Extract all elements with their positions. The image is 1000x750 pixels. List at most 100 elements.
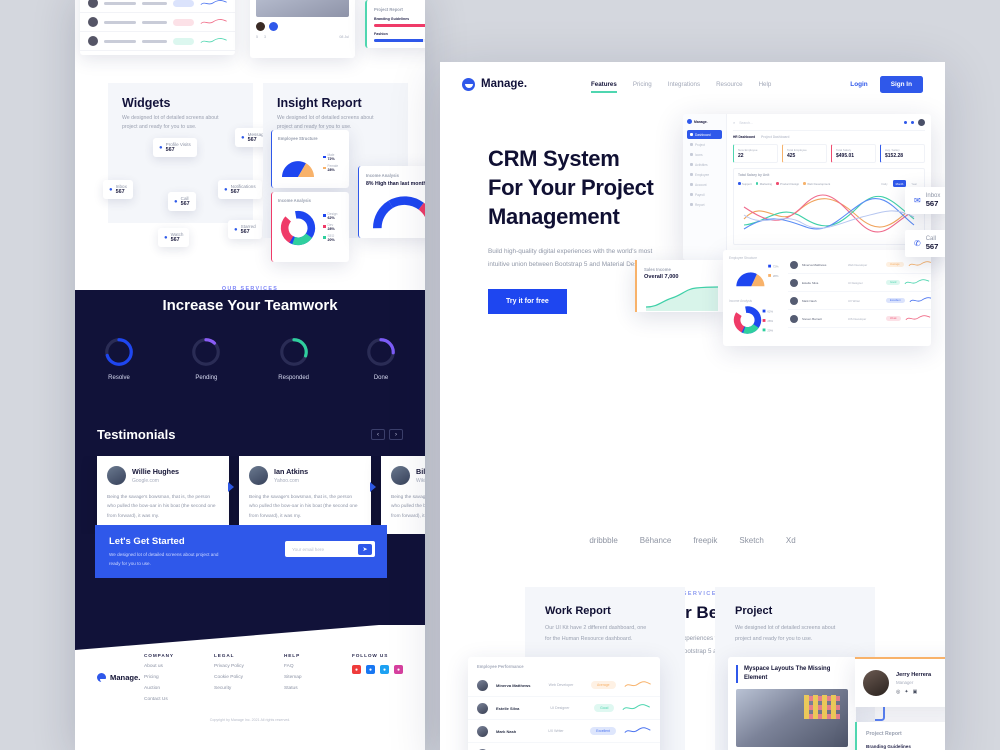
testimonial-body: Being the savage's bowsman, that is, the… xyxy=(249,495,358,519)
nav-link-pricing[interactable]: Pricing xyxy=(633,81,652,88)
footer-link-faq[interactable]: FAQ xyxy=(284,664,336,669)
row-rating xyxy=(172,18,194,26)
widget-chip-call[interactable]: ● Call 567 xyxy=(168,192,196,211)
progress-ring xyxy=(279,338,308,366)
footer-link-pricing[interactable]: Pricing xyxy=(144,675,196,680)
row-sparkline xyxy=(200,38,227,43)
progress-fill xyxy=(374,38,424,42)
avatar xyxy=(256,21,265,31)
row-rating: Excellent xyxy=(590,727,616,735)
avatar[interactable] xyxy=(918,119,925,126)
dashboard-range-buttons: Daily Month Year xyxy=(878,180,920,187)
alert-dot-icon[interactable] xyxy=(911,121,914,124)
income-gauge-title: Income Analysis xyxy=(366,173,399,178)
nav-links: Features Pricing Integrations Resource Help xyxy=(575,81,772,93)
search-icon[interactable]: ⌕ xyxy=(733,120,735,125)
sales-income-value: Overall 7,000 xyxy=(644,274,679,280)
progress-ring xyxy=(367,338,395,366)
screenshot-stage: Myspace Layouts The Missing Element 5 3 … xyxy=(0,0,1000,750)
sidebar-item-project[interactable]: Project xyxy=(687,140,722,149)
dashboard-tab-0[interactable]: HR Dashboard xyxy=(733,135,755,139)
sidebar-item-dashboard[interactable]: Dashboard xyxy=(687,130,722,139)
subscribe-button[interactable]: ➤ xyxy=(358,543,372,555)
footer-link-contact-us[interactable]: Contact Us xyxy=(144,697,196,702)
row-sparkline xyxy=(624,727,651,733)
logo-xd: Xd xyxy=(785,536,796,546)
hero-secondary-mockup: Employee Structure 72% 28% Income Analys… xyxy=(723,250,931,346)
footer-link-about-us[interactable]: About us xyxy=(144,664,196,669)
signin-button[interactable]: Sign In xyxy=(879,75,923,93)
employee-performance-rows: Minerva Matthews Web Developer Average Este… xyxy=(468,674,660,750)
stat-label: Total Employee xyxy=(787,148,807,152)
dashboard-tab-1[interactable]: Project Dashboard xyxy=(761,135,789,139)
footer-link-privacy-policy[interactable]: Privacy Policy xyxy=(214,664,266,669)
widget-chip-inbox[interactable]: ● Inbox 567 xyxy=(103,180,133,199)
range-button-daily[interactable]: Daily xyxy=(878,180,890,187)
sidebar-item-account[interactable]: Account xyxy=(687,180,722,189)
instagram-icon[interactable]: ◎ xyxy=(896,689,900,695)
sidebar-item-employee[interactable]: Employee xyxy=(687,170,722,179)
footer-link-cookie-policy[interactable]: Cookie Policy xyxy=(214,675,266,680)
profile-social-icons[interactable]: ◎ ✦ ▣ xyxy=(896,689,931,695)
youtube-icon[interactable]: ● xyxy=(352,665,361,674)
row-role: UX Writer xyxy=(548,729,564,733)
call-icon: ● xyxy=(174,198,178,205)
twitter-icon[interactable]: ● xyxy=(380,665,389,674)
nav-link-features[interactable]: Features xyxy=(591,81,617,93)
chart-legend-item: Web Development xyxy=(803,182,830,186)
sidebar-item-report[interactable]: Report xyxy=(687,200,722,209)
footer-link-auction[interactable]: Auction xyxy=(144,686,196,691)
stat-value: 425 xyxy=(787,153,796,159)
facebook-icon[interactable]: ● xyxy=(366,665,375,674)
footer-link-status[interactable]: Status xyxy=(284,686,336,691)
secondary-pie-chart: 72% 28% xyxy=(736,265,779,287)
row-rating: Good xyxy=(886,280,901,285)
message-icon: ● xyxy=(241,134,245,141)
instagram-icon[interactable]: ● xyxy=(394,665,403,674)
nav-link-help[interactable]: Help xyxy=(759,81,772,88)
call-badge[interactable]: ✆ Call 567 xyxy=(905,230,945,257)
row-sparkline xyxy=(200,19,227,24)
widget-chip-profile-visits[interactable]: ● Profile Visits 567 xyxy=(153,138,197,157)
search-input[interactable]: Search... xyxy=(739,121,753,125)
footer-link-security[interactable]: Security xyxy=(214,686,266,691)
project-subtitle-1: We designed lot of detailed screens abou… xyxy=(735,625,836,631)
footer-link-sitemap[interactable]: Sitemap xyxy=(284,675,336,680)
try-free-button[interactable]: Try it for free xyxy=(488,289,567,315)
employee-table-card xyxy=(80,0,235,55)
stat-label: Avg. Salary xyxy=(885,148,900,152)
testimonials-prev-button[interactable]: ‹ xyxy=(371,429,385,440)
row-sparkline xyxy=(622,704,651,711)
range-button-year[interactable]: Year xyxy=(908,180,920,187)
widget-chip-watch[interactable]: ● Watch 567 xyxy=(158,228,190,247)
sidebar-item-label: Payroll xyxy=(695,192,705,197)
sidebar-item-icons[interactable]: Icons xyxy=(687,150,722,159)
svg-text:28%: 28% xyxy=(773,274,779,278)
project-title: Project xyxy=(735,605,773,617)
project-preview-image xyxy=(256,0,349,17)
testimonials-header: Testimonials ‹ › xyxy=(75,427,425,442)
linkedin-icon[interactable]: ▣ xyxy=(913,689,918,695)
testimonials-next-button[interactable]: › xyxy=(389,429,403,440)
employee-structure-title: Employee Structure xyxy=(278,136,318,141)
sales-income-card: Sales Income Overall 7,000 xyxy=(635,260,723,312)
notification-dot-icon[interactable] xyxy=(904,121,907,124)
row-name: Mark Nash xyxy=(802,298,817,303)
testimonial-pointer xyxy=(370,482,376,492)
row-role: UI Designer xyxy=(550,706,570,710)
nav-link-resource[interactable]: Resource xyxy=(716,81,742,88)
twitter-icon[interactable]: ✦ xyxy=(904,689,908,695)
sidebar-item-payroll[interactable]: Payroll xyxy=(687,190,722,199)
email-input[interactable]: Your email here xyxy=(288,547,358,552)
email-input-wrap[interactable]: Your email here ➤ xyxy=(285,541,375,557)
inbox-badge[interactable]: ✉ Inbox 567 xyxy=(905,187,945,214)
sidebar-item-activities[interactable]: Activities xyxy=(687,160,722,169)
avatar xyxy=(477,725,488,737)
widget-chip-notifications[interactable]: ● Notifications 567 xyxy=(218,180,262,199)
dashboard-topbar-icons xyxy=(904,119,925,126)
range-button-month[interactable]: Month xyxy=(892,180,907,187)
widget-chip-starred[interactable]: ● Starred 567 xyxy=(228,220,262,239)
services-section: Our Services Increase Your Teamwork Reso… xyxy=(75,286,425,381)
nav-link-integrations[interactable]: Integrations xyxy=(668,81,700,88)
login-button[interactable]: Login xyxy=(850,81,867,88)
